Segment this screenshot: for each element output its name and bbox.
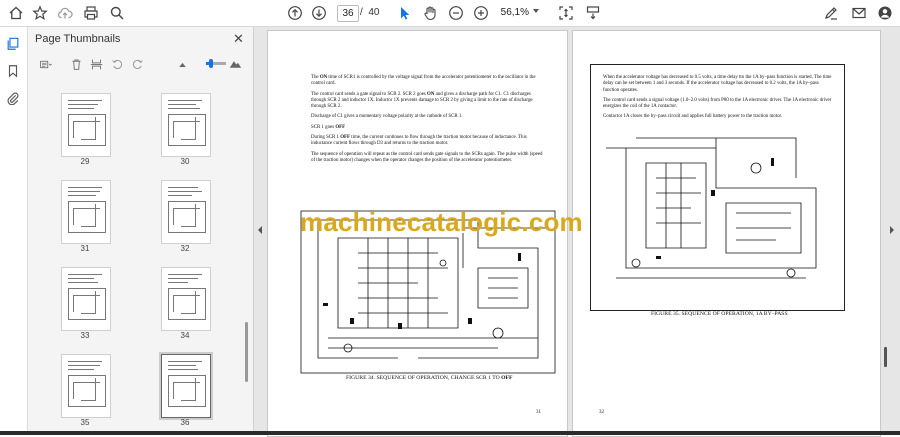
page-number-input[interactable]: 36 — [337, 5, 359, 22]
delete-page-icon[interactable] — [68, 56, 84, 72]
cloud-upload-icon[interactable] — [56, 4, 74, 22]
extract-pages-icon[interactable] — [88, 56, 104, 72]
thumbnail-page-32[interactable] — [161, 180, 211, 244]
rotate-clockwise-icon[interactable] — [129, 56, 145, 72]
attachment-icon[interactable] — [5, 90, 21, 106]
select-cursor-icon[interactable] — [396, 4, 414, 22]
wiring-diagram-figure-35 — [606, 137, 817, 279]
right-page-number: 32 — [599, 410, 604, 415]
thumbnail-label: 29 — [80, 157, 90, 166]
thumbnail-label: 35 — [80, 418, 90, 427]
zoom-level-value: 56,1% — [500, 7, 529, 18]
scroll-mode-icon[interactable] — [584, 4, 602, 22]
search-icon[interactable] — [108, 4, 126, 22]
home-icon[interactable] — [7, 4, 25, 22]
chevron-down-icon[interactable] — [533, 9, 539, 13]
thumbnail-label: 30 — [180, 157, 190, 166]
thumbnail-scrollbar[interactable] — [245, 322, 248, 382]
left-page-body-text: The ON time of SCR1 is controlled by the… — [311, 75, 547, 168]
thumbnail-page-36[interactable] — [159, 352, 213, 420]
hand-icon[interactable] — [421, 4, 439, 22]
page-down-icon[interactable] — [310, 4, 328, 22]
page-up-icon[interactable] — [286, 4, 304, 22]
fit-page-icon[interactable] — [557, 4, 575, 22]
left-page-paragraph: The control card sends a gate signal to … — [311, 91, 533, 110]
left-page-paragraph: The sequence of operation will repeat as… — [311, 151, 543, 163]
collapse-right-icon[interactable] — [890, 226, 894, 234]
left-page-paragraph: During SCR 1 OFF time, the current conti… — [311, 135, 527, 147]
main-toolbar: 36 / 40 56,1% — [0, 0, 900, 27]
page-total: / 40 — [360, 7, 379, 18]
thumbnail-page-30[interactable] — [161, 93, 211, 157]
bookmark-star-icon[interactable] — [31, 4, 49, 22]
thumbnail-label: 34 — [180, 331, 190, 340]
right-page-body-text: When the accelerator voltage has decreas… — [603, 75, 835, 125]
page-separator: / — [360, 7, 363, 18]
sign-icon[interactable] — [822, 4, 840, 22]
thumbnail-page-31[interactable] — [61, 180, 111, 244]
thumbnail-size-slider-handle[interactable] — [209, 59, 213, 68]
page-total-value: 40 — [368, 7, 380, 18]
account-icon[interactable] — [876, 4, 894, 22]
caption-prefix: FIGURE 34. SEQUENCE OF OPERATION, CHANGE… — [346, 375, 502, 381]
left-navigation-rail — [0, 27, 28, 435]
zoom-in-icon[interactable] — [472, 4, 490, 22]
panel-title: Page Thumbnails — [35, 33, 121, 45]
thumbnail-page-29[interactable] — [61, 93, 111, 157]
right-page-figure-caption: FIGURE 35. SEQUENCE OF OPERATION, 1A BY–… — [651, 311, 788, 317]
document-scrollbar[interactable] — [884, 347, 887, 367]
thumbnail-page-33[interactable] — [61, 267, 111, 331]
thumbnail-label: 32 — [180, 244, 190, 253]
right-page-paragraph: Contactor 1A closes the by–pass circuit … — [603, 114, 783, 120]
larger-thumbnails-icon[interactable] — [227, 56, 243, 72]
thumbnail-options-icon[interactable] — [35, 56, 57, 72]
left-page-number: 31 — [536, 410, 541, 415]
right-page-paragraph: When the accelerator voltage has decreas… — [603, 75, 832, 93]
thumbnail-page-34[interactable] — [161, 267, 211, 331]
zoom-level-select[interactable]: 56,1% — [499, 5, 547, 20]
thumbnails-icon[interactable] — [5, 36, 21, 52]
thumbnail-label: 33 — [80, 331, 90, 340]
thumbnail-list: 29 30 31 32 33 34 35 36 — [28, 81, 250, 435]
left-page-paragraph: Discharge of C1 gives a momentary voltag… — [311, 114, 463, 120]
thumbnail-label: 31 — [80, 244, 90, 253]
thumbnail-page-35[interactable] — [61, 354, 111, 418]
print-icon[interactable] — [82, 4, 100, 22]
caption-bold: OFF — [501, 375, 513, 381]
email-icon[interactable] — [850, 4, 868, 22]
window-bottom-bar — [0, 431, 900, 435]
thumbnail-label: 36 — [180, 418, 190, 427]
watermark-text: machinecatalogic.com — [300, 207, 583, 237]
left-page-paragraph: The ON time of SCR1 is controlled by the… — [311, 75, 536, 87]
zoom-out-icon[interactable] — [447, 4, 465, 22]
left-page-figure-caption: FIGURE 34. SEQUENCE OF OPERATION, CHANGE… — [346, 375, 512, 381]
page-thumbnails-panel: Page Thumbnails ✕ 29 30 31 32 33 34 35 3… — [28, 27, 254, 435]
rotate-counterclockwise-icon[interactable] — [109, 56, 125, 72]
right-page-paragraph: The control card sends a signal voltage … — [603, 97, 832, 110]
panel-toolbar — [28, 54, 253, 76]
smaller-thumbnails-icon[interactable] — [174, 56, 190, 72]
left-page-paragraph: SCR 1 goes OFF — [311, 124, 346, 130]
collapse-left-icon[interactable] — [258, 226, 262, 234]
close-icon[interactable]: ✕ — [233, 31, 244, 47]
page-number-value: 36 — [342, 8, 354, 19]
bookmarks-icon[interactable] — [5, 63, 21, 79]
